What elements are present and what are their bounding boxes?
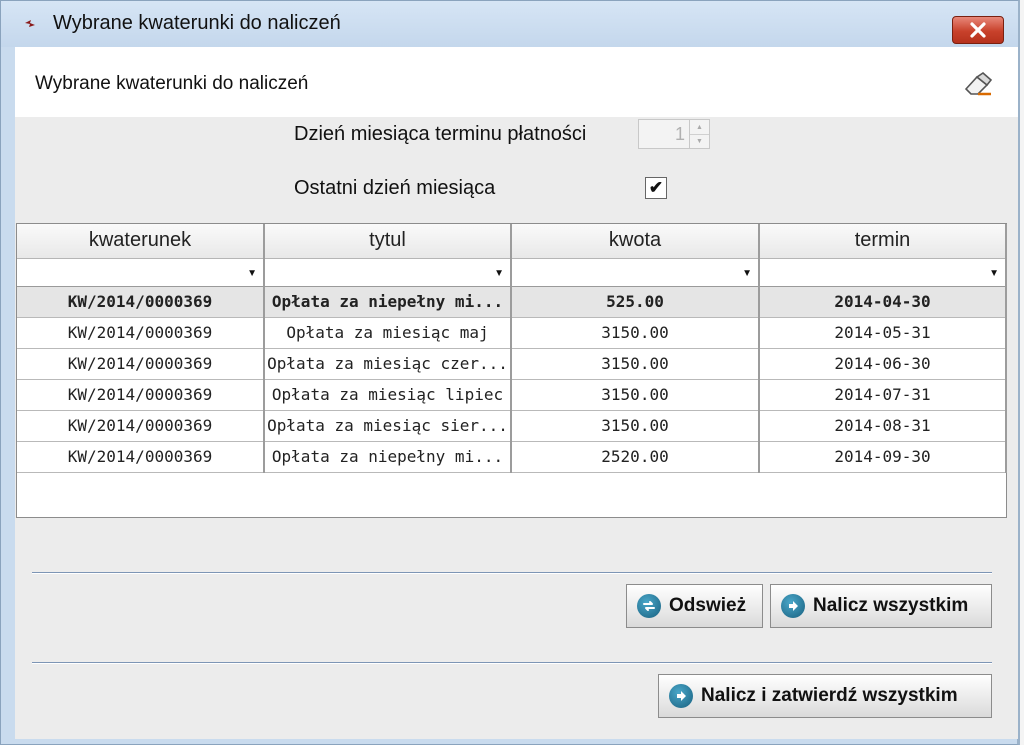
eraser-icon[interactable] [963,71,993,97]
last-day-label: Ostatni dzień miesiąca [294,177,496,199]
cell-kwota: 3150.00 [511,348,760,380]
cell-termin: 2014-06-30 [759,348,1007,380]
table-row[interactable]: KW/2014/0000369 Opłata za miesiąc sier..… [17,410,1007,442]
window-icon [25,20,35,27]
filter-dropdown-icon[interactable]: ▼ [742,268,752,279]
column-header-termin[interactable]: termin [759,224,1007,259]
cell-tytul: Opłata za miesiąc maj [264,317,512,349]
table-row[interactable]: KW/2014/0000369 Opłata za niepełny mi...… [17,286,1007,318]
cell-tytul: Opłata za miesiąc sier... [264,410,512,442]
spinner-down-icon[interactable]: ▼ [690,134,709,148]
table-row[interactable]: KW/2014/0000369 Opłata za niepełny mi...… [17,441,1007,473]
cell-kwota: 3150.00 [511,317,760,349]
filter-kwaterunek[interactable]: ▼ [17,258,265,287]
dialog-window: Wybrane kwaterunki do naliczeń Wybrane k… [0,0,1020,745]
cell-kwota: 3150.00 [511,410,760,442]
column-header-kwaterunek[interactable]: kwaterunek [17,224,265,259]
table-row[interactable]: KW/2014/0000369 Opłata za miesiąc czer..… [17,348,1007,380]
cell-termin: 2014-04-30 [759,286,1007,318]
separator [32,572,992,574]
cell-kwaterunek: KW/2014/0000369 [17,348,265,380]
close-icon [970,22,986,38]
filter-row: ▼ ▼ ▼ ▼ [17,258,1007,287]
charge-confirm-all-button[interactable]: Nalicz i zatwierdź wszystkim [658,674,992,718]
cell-tytul: Opłata za miesiąc czer... [264,348,512,380]
checkmark-icon: ✔ [648,178,664,197]
cell-kwota: 2520.00 [511,441,760,473]
cell-kwaterunek: KW/2014/0000369 [17,286,265,318]
filter-dropdown-icon[interactable]: ▼ [494,268,504,279]
spinner-up-icon[interactable]: ▲ [690,120,709,134]
column-header-tytul[interactable]: tytul [264,224,512,259]
last-day-checkbox[interactable]: ✔ [645,177,667,199]
close-button[interactable] [952,16,1004,44]
filter-dropdown-icon[interactable]: ▼ [247,268,257,279]
filter-termin[interactable]: ▼ [759,258,1007,287]
payment-day-value: 1 [674,124,685,144]
window-title: Wybrane kwaterunki do naliczeń [53,12,341,34]
title-bar[interactable]: Wybrane kwaterunki do naliczeń [1,1,1018,47]
arrow-right-circle-icon [781,594,805,618]
column-header-kwota[interactable]: kwota [511,224,760,259]
cell-tytul: Opłata za niepełny mi... [264,441,512,473]
cell-tytul: Opłata za niepełny mi... [264,286,512,318]
refresh-button-label: Odswież [669,595,747,616]
filter-kwota[interactable]: ▼ [511,258,760,287]
payment-day-label: Dzień miesiąca terminu płatności [294,123,587,145]
refresh-button[interactable]: Odswież [626,584,763,628]
cell-termin: 2014-07-31 [759,379,1007,411]
charge-confirm-all-button-label: Nalicz i zatwierdź wszystkim [701,685,958,706]
cell-kwaterunek: KW/2014/0000369 [17,441,265,473]
cell-kwaterunek: KW/2014/0000369 [17,379,265,411]
refresh-icon [637,594,661,618]
cell-termin: 2014-05-31 [759,317,1007,349]
cell-kwota: 525.00 [511,286,760,318]
cell-kwota: 3150.00 [511,379,760,411]
data-grid: kwaterunek tytul kwota termin ▼ ▼ ▼ ▼ KW… [16,223,1007,518]
cell-termin: 2014-09-30 [759,441,1007,473]
cell-termin: 2014-08-31 [759,410,1007,442]
dialog-content: Wybrane kwaterunki do naliczeń Dzień mie… [15,47,1018,739]
filter-tytul[interactable]: ▼ [264,258,512,287]
charge-all-button-label: Nalicz wszystkim [813,595,969,616]
filter-dropdown-icon[interactable]: ▼ [989,268,999,279]
table-row[interactable]: KW/2014/0000369 Opłata za miesiąc maj 31… [17,317,1007,349]
payment-day-spinner[interactable]: 1 ▲ ▼ [638,119,710,149]
header-panel: Wybrane kwaterunki do naliczeń [15,47,1018,117]
arrow-right-circle-icon [669,684,693,708]
cell-kwaterunek: KW/2014/0000369 [17,410,265,442]
panel-title: Wybrane kwaterunki do naliczeń [35,73,309,94]
separator [32,662,992,664]
cell-tytul: Opłata za miesiąc lipiec [264,379,512,411]
charge-all-button[interactable]: Nalicz wszystkim [770,584,992,628]
table-row[interactable]: KW/2014/0000369 Opłata za miesiąc lipiec… [17,379,1007,411]
cell-kwaterunek: KW/2014/0000369 [17,317,265,349]
